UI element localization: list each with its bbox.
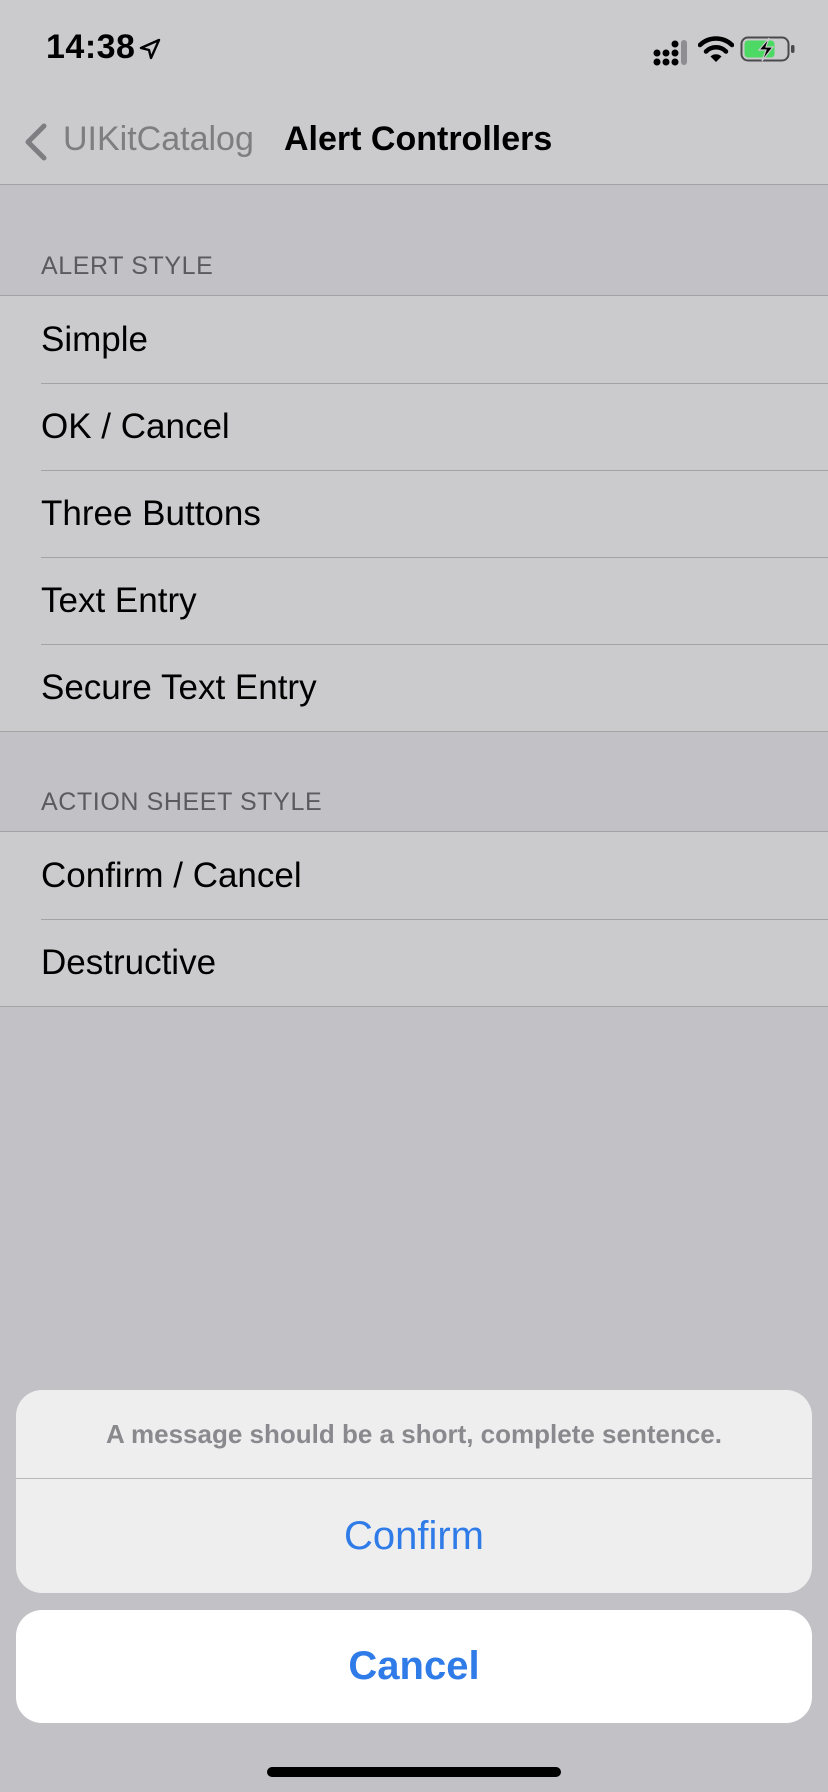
list-item-label: Simple (41, 320, 148, 359)
wifi-icon (698, 36, 734, 62)
list-item-text-entry[interactable]: Text Entry (0, 557, 828, 644)
page-title: Alert Controllers (284, 120, 553, 158)
action-sheet: A message should be a short, complete se… (16, 1390, 812, 1593)
list-item-ok-cancel[interactable]: OK / Cancel (0, 383, 828, 470)
back-button[interactable]: UIKitCatalog (63, 120, 254, 159)
status-time: 14:38 (46, 28, 136, 66)
list-item-label: Three Buttons (41, 494, 261, 533)
list-item-secure-text-entry[interactable]: Secure Text Entry (0, 644, 828, 731)
cancel-button[interactable]: Cancel (16, 1610, 812, 1723)
cellular-signal-icon (653, 40, 687, 66)
list-item-confirm-cancel[interactable]: Confirm / Cancel (0, 832, 828, 919)
home-indicator[interactable] (267, 1767, 561, 1777)
list-item-label: OK / Cancel (41, 407, 230, 446)
list-item-simple[interactable]: Simple (0, 296, 828, 383)
location-arrow-icon (139, 38, 161, 60)
list-item-label: Destructive (41, 943, 217, 982)
confirm-button[interactable]: Confirm (16, 1479, 812, 1593)
navigation-bar: UIKitCatalog Alert Controllers (0, 100, 828, 185)
alert-style-group: Simple OK / Cancel Three Buttons Text En… (0, 295, 828, 732)
list-item-three-buttons[interactable]: Three Buttons (0, 470, 828, 557)
battery-charging-icon (740, 36, 795, 62)
list-item-label: Secure Text Entry (41, 668, 317, 707)
list-item-label: Text Entry (41, 581, 197, 620)
section-header-alert-style: ALERT STYLE (41, 252, 214, 280)
list-item-destructive[interactable]: Destructive (0, 919, 828, 1006)
status-bar: 14:38 (0, 0, 828, 100)
section-header-action-sheet-style: ACTION SHEET STYLE (41, 788, 323, 816)
action-sheet-style-group: Confirm / Cancel Destructive (0, 831, 828, 1007)
list-item-label: Confirm / Cancel (41, 856, 302, 895)
chevron-left-icon[interactable] (22, 122, 50, 162)
action-sheet-message: A message should be a short, complete se… (16, 1390, 812, 1479)
